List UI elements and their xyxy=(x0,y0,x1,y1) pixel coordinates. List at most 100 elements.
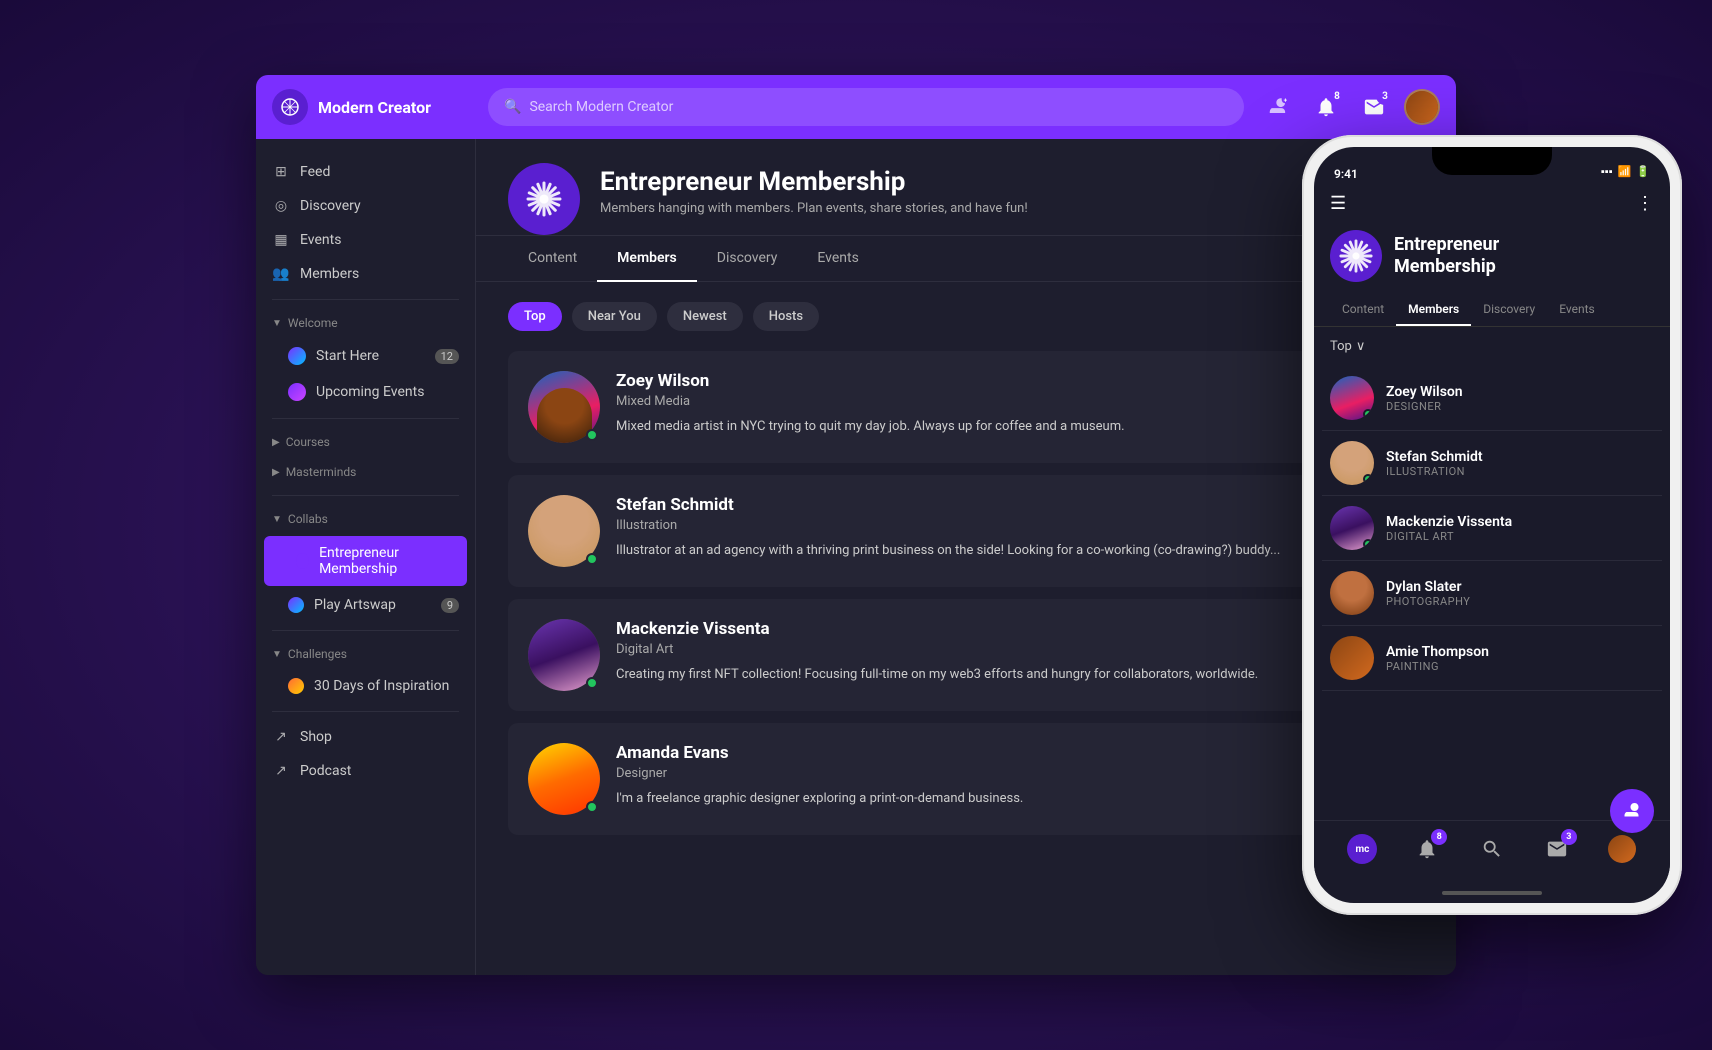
phone-member-zoey[interactable]: Zoey Wilson DESIGNER xyxy=(1322,366,1662,431)
sidebar-item-feed[interactable]: ⊞ Feed xyxy=(256,155,475,189)
sidebar-item-shop[interactable]: ↗ Shop xyxy=(256,720,475,754)
sidebar-item-start-here[interactable]: Start Here 12 xyxy=(256,338,475,374)
phone-member-amie[interactable]: Amie Thompson PAINTING xyxy=(1322,626,1662,691)
member-card-amanda[interactable]: Amanda Evans Designer I'm a freelance gr… xyxy=(508,723,1424,835)
phone-menu-icon[interactable]: ☰ xyxy=(1330,193,1346,214)
artswap-badge: 9 xyxy=(441,598,459,613)
phone-fab-button[interactable] xyxy=(1610,789,1654,833)
shop-external-icon: ↗ xyxy=(272,729,290,745)
member-info-mackenzie: Mackenzie Vissenta Digital Art Creating … xyxy=(616,619,1404,685)
tab-discovery[interactable]: Discovery xyxy=(697,236,798,282)
phone-member-role-amie: PAINTING xyxy=(1386,660,1489,673)
phone-filter-top[interactable]: Top ∨ xyxy=(1330,339,1365,354)
phone-avatar-amie xyxy=(1330,636,1374,680)
member-name-mackenzie: Mackenzie Vissenta xyxy=(616,619,1404,639)
member-info-zoey: Zoey Wilson Mixed Media Mixed media arti… xyxy=(616,371,1404,437)
phone-group-section: Entrepreneur Membership xyxy=(1314,222,1670,294)
add-member-button[interactable]: + xyxy=(1260,89,1296,125)
sidebar-label-start-here: Start Here xyxy=(316,348,379,364)
phone-nav-home[interactable]: mc xyxy=(1344,831,1380,867)
sidebar-item-discovery[interactable]: ◎ Discovery xyxy=(256,189,475,223)
divider-4 xyxy=(272,630,459,631)
online-dot-stefan xyxy=(586,553,598,565)
notifications-button[interactable]: 8 xyxy=(1308,89,1344,125)
tab-members[interactable]: Members xyxy=(597,236,697,282)
sidebar-label-artswap: Play Artswap xyxy=(314,597,396,613)
phone-more-icon[interactable]: ⋮ xyxy=(1636,193,1654,214)
tab-content[interactable]: Content xyxy=(508,236,597,282)
tab-events[interactable]: Events xyxy=(797,236,878,282)
phone-member-name-stefan: Stefan Schmidt xyxy=(1386,449,1483,465)
start-here-icon xyxy=(288,347,306,365)
filter-top[interactable]: Top xyxy=(508,302,562,331)
phone-tab-events[interactable]: Events xyxy=(1547,294,1607,326)
phone-nav-search[interactable] xyxy=(1474,831,1510,867)
feed-icon: ⊞ xyxy=(272,164,290,180)
section-courses[interactable]: ▶ Courses xyxy=(256,427,475,457)
sidebar-item-events[interactable]: ▦ Events xyxy=(256,223,475,257)
nav-icons: + 8 3 xyxy=(1260,89,1440,125)
phone-alerts-badge: 3 xyxy=(1561,829,1577,845)
sidebar-item-play-artswap[interactable]: Play Artswap 9 xyxy=(256,588,475,622)
sidebar-item-upcoming-events[interactable]: Upcoming Events xyxy=(256,374,475,410)
search-bar[interactable]: 🔍 Search Modern Creator xyxy=(488,88,1244,126)
phone-screen: 9:41 ▪▪▪ 📶 🔋 ☰ ⋮ xyxy=(1314,147,1670,903)
courses-collapse-icon: ▶ xyxy=(272,437,280,448)
start-here-badge: 12 xyxy=(435,349,459,364)
sidebar-item-members[interactable]: 👥 Members xyxy=(256,257,475,291)
phone-status-icons: ▪▪▪ 📶 🔋 xyxy=(1601,165,1650,178)
filter-hosts[interactable]: Hosts xyxy=(753,302,819,331)
filter-near-you[interactable]: Near You xyxy=(572,302,657,331)
phone-avatar-stefan xyxy=(1330,441,1374,485)
logo-area[interactable]: Modern Creator xyxy=(272,89,472,125)
phone-tab-content[interactable]: Content xyxy=(1330,294,1396,326)
section-collabs[interactable]: ▼ Collabs xyxy=(256,504,475,534)
phone-group-name-line1: Entrepreneur xyxy=(1394,234,1499,256)
search-icon: 🔍 xyxy=(504,99,521,115)
phone-member-role-stefan: ILLUSTRATION xyxy=(1386,465,1483,478)
section-welcome[interactable]: ▼ Welcome xyxy=(256,308,475,338)
collabs-collapse-icon: ▼ xyxy=(272,514,282,525)
member-card-zoey[interactable]: Zoey Wilson Mixed Media Mixed media arti… xyxy=(508,351,1424,463)
phone-group-name-line2: Membership xyxy=(1394,256,1499,278)
phone-member-info-mackenzie: Mackenzie Vissenta DIGITAL ART xyxy=(1386,514,1512,543)
phone-tab-discovery[interactable]: Discovery xyxy=(1471,294,1547,326)
section-challenges[interactable]: ▼ Challenges xyxy=(256,639,475,669)
30-days-icon xyxy=(288,678,304,694)
phone-time: 9:41 xyxy=(1334,161,1358,181)
phone-member-role-dylan: PHOTOGRAPHY xyxy=(1386,595,1470,608)
phone-nav-avatar[interactable] xyxy=(1604,831,1640,867)
member-bio-amanda: I'm a freelance graphic designer explori… xyxy=(616,789,1404,809)
sidebar-item-entrepreneur[interactable]: Entrepreneur Membership xyxy=(264,536,467,586)
starburst-icon xyxy=(525,180,563,218)
phone-bottom-nav: mc 8 3 xyxy=(1314,820,1670,887)
member-card-mackenzie[interactable]: Mackenzie Vissenta Digital Art Creating … xyxy=(508,599,1424,711)
phone-tab-members[interactable]: Members xyxy=(1396,294,1471,326)
filter-newest[interactable]: Newest xyxy=(667,302,743,331)
sidebar-item-podcast[interactable]: ↗ Podcast xyxy=(256,754,475,788)
member-avatar-wrap-zoey xyxy=(528,371,600,443)
sidebar-item-30-days[interactable]: 30 Days of Inspiration xyxy=(256,669,475,703)
main-layout: ⊞ Feed ◎ Discovery ▦ Events 👥 Members xyxy=(256,139,1456,975)
phone-member-mackenzie[interactable]: Mackenzie Vissenta DIGITAL ART xyxy=(1322,496,1662,561)
logo-icon xyxy=(272,89,308,125)
app-window: Modern Creator 🔍 Search Modern Creator +… xyxy=(256,75,1456,975)
phone-member-dylan[interactable]: Dylan Slater PHOTOGRAPHY xyxy=(1322,561,1662,626)
section-collabs-label: Collabs xyxy=(288,512,328,526)
entrepreneur-icon xyxy=(296,553,309,569)
phone-member-stefan[interactable]: Stefan Schmidt ILLUSTRATION xyxy=(1322,431,1662,496)
user-avatar[interactable] xyxy=(1404,89,1440,125)
phone-mockup: 9:41 ▪▪▪ 📶 🔋 ☰ ⋮ xyxy=(1302,135,1682,915)
phone-avatar-zoey xyxy=(1330,376,1374,420)
online-dot-mackenzie xyxy=(586,677,598,689)
phone-filter-top-label: Top xyxy=(1330,339,1352,354)
phone-nav-alerts[interactable]: 3 xyxy=(1539,831,1575,867)
member-card-stefan[interactable]: Stefan Schmidt Illustration Illustrator … xyxy=(508,475,1424,587)
top-navigation: Modern Creator 🔍 Search Modern Creator +… xyxy=(256,75,1456,139)
alerts-button[interactable]: 3 xyxy=(1356,89,1392,125)
events-icon: ▦ xyxy=(272,232,290,248)
phone-member-name-amie: Amie Thompson xyxy=(1386,644,1489,660)
phone-nav-notifications[interactable]: 8 xyxy=(1409,831,1445,867)
phone-starburst-icon xyxy=(1338,238,1374,274)
section-masterminds[interactable]: ▶ Masterminds xyxy=(256,457,475,487)
